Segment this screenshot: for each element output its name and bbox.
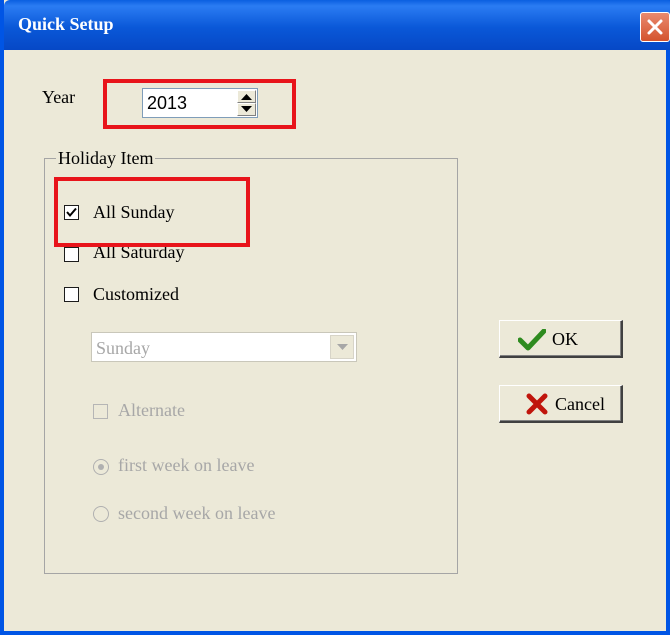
holiday-item-label: Holiday Item [56, 148, 156, 169]
alternate-label[interactable]: Alternate [118, 400, 185, 421]
close-icon [647, 19, 663, 35]
year-highlight-box [103, 79, 296, 129]
radio-selected-dot [98, 464, 104, 470]
day-select-dropdown-button[interactable] [330, 335, 354, 359]
close-button[interactable] [640, 12, 670, 42]
day-select[interactable]: Sunday [91, 332, 357, 362]
window-title: Quick Setup [18, 14, 114, 34]
day-select-value: Sunday [96, 338, 150, 358]
second-week-radio[interactable] [93, 506, 109, 522]
cross-icon [526, 393, 548, 415]
first-week-radio[interactable] [93, 459, 109, 475]
second-week-label[interactable]: second week on leave [118, 503, 275, 524]
customized-checkbox[interactable] [64, 287, 79, 302]
alternate-checkbox[interactable] [93, 404, 108, 419]
all-sunday-highlight-box [54, 177, 250, 247]
first-week-label[interactable]: first week on leave [118, 455, 254, 476]
cancel-button-label: Cancel [555, 394, 605, 414]
ok-button-label: OK [552, 329, 578, 349]
customized-label[interactable]: Customized [93, 284, 179, 305]
cancel-button[interactable]: Cancel [499, 385, 623, 423]
checkmark-icon [518, 329, 546, 351]
year-label: Year [42, 87, 76, 107]
title-bar[interactable]: Quick Setup [4, 0, 670, 50]
ok-button[interactable]: OK [499, 320, 623, 358]
all-saturday-checkbox[interactable] [64, 247, 79, 262]
chevron-down-icon [337, 344, 348, 350]
